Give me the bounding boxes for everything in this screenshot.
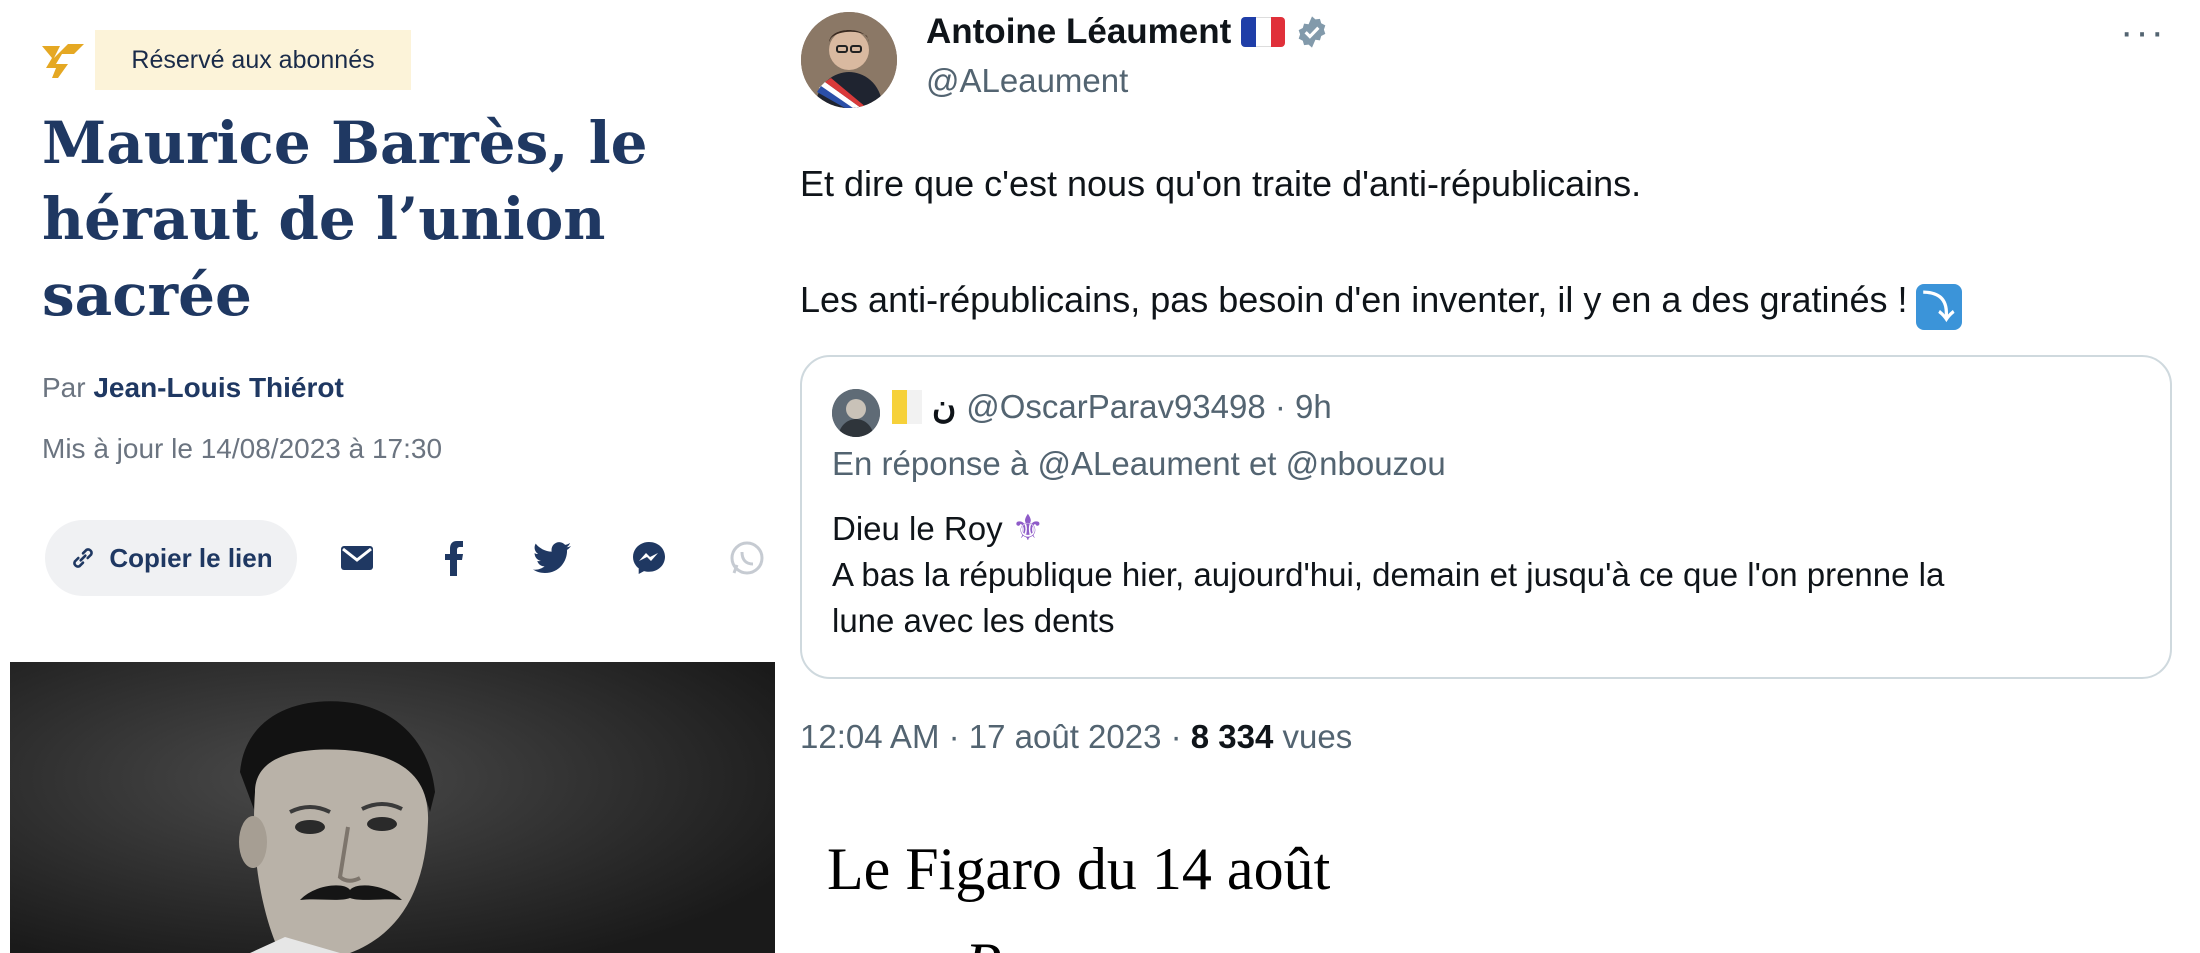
quoted-text: Dieu le Roy ⚜ A bas la république hier, … — [832, 505, 2152, 644]
quoted-handle-time[interactable]: @OscarParav93498 · 9h — [966, 388, 1332, 426]
reply-prefix: En réponse à — [832, 445, 1038, 482]
verified-badge-icon — [1298, 16, 1326, 48]
quoted-name[interactable]: ن — [932, 387, 956, 426]
headline-line: Maurice Barrès, le — [42, 109, 648, 177]
reply-context: En réponse à @ALeaument et @nbouzou — [832, 445, 1446, 483]
france-flag-icon — [1241, 17, 1286, 47]
subscriber-badge: Réservé aux abonnés — [95, 30, 411, 90]
tweet-text-line: Les anti-républicains, pas besoin d'en i… — [800, 271, 2180, 330]
updated-date: Mis à jour le 14/08/2023 à 17:30 — [42, 433, 443, 464]
author-handle[interactable]: @ALeaument — [926, 62, 1128, 100]
views-label: vues — [1273, 718, 1353, 755]
caption-text: Le Figaro du 14 août — [827, 836, 1331, 902]
quoted-header: ن @OscarParav93498 · 9h — [892, 387, 1332, 426]
reply-and: et — [1239, 445, 1286, 482]
article-photo — [10, 662, 775, 953]
reply-mention[interactable]: @ALeaument — [1037, 445, 1239, 482]
article-headline: Maurice Barrès, le héraut de l’union sac… — [42, 105, 742, 333]
twitter-icon[interactable] — [530, 536, 574, 580]
figaro-logo-icon — [42, 44, 84, 78]
author-avatar[interactable] — [801, 12, 897, 108]
quoted-line: lune avec les dents — [832, 602, 1115, 639]
quoted-tweet[interactable]: ن @OscarParav93498 · 9h En réponse à @AL… — [800, 355, 2172, 679]
tweet-card: Antoine Léaument @ALeaument ··· Et dire … — [775, 0, 2200, 953]
author-link[interactable]: Jean-Louis Thiérot — [93, 372, 343, 403]
link-icon — [73, 548, 94, 568]
copy-link-label: Copier le lien — [109, 542, 273, 573]
fleur-de-lis-icon: ⚜ — [1011, 507, 1045, 548]
mail-icon[interactable] — [335, 536, 379, 580]
views-count: 8 334 — [1190, 718, 1274, 755]
tweet-meta: 12:04 AM · 17 août 2023 · 8 334 vues — [800, 718, 1352, 756]
arrow-down-emoji-icon: ⤵ — [1915, 284, 1962, 330]
messenger-icon[interactable] — [627, 536, 671, 580]
quoted-avatar[interactable] — [832, 389, 880, 437]
quoted-line: Dieu le Roy ⚜ — [832, 505, 2152, 552]
headline-line: héraut de l’union — [42, 185, 606, 253]
tweet-text-content: Les anti-républicains, pas besoin d'en i… — [800, 279, 1908, 320]
figaro-article: Réservé aux abonnés Maurice Barrès, le h… — [0, 0, 775, 953]
reply-mention[interactable]: @nbouzou — [1286, 445, 1446, 482]
tweet-text-line: Et dire que c'est nous qu'on traite d'an… — [800, 163, 1642, 204]
facebook-icon[interactable] — [432, 536, 476, 580]
whatsapp-icon[interactable] — [725, 536, 769, 580]
tweet-body: Et dire que c'est nous qu'on traite d'an… — [800, 155, 2180, 330]
more-options-icon[interactable]: ··· — [2120, 10, 2166, 55]
byline-prefix: Par — [42, 372, 94, 403]
copy-link-button[interactable]: Copier le lien — [45, 520, 297, 596]
tweet-timestamp[interactable]: 12:04 AM · 17 août 2023 · — [800, 718, 1191, 755]
headline-line: sacrée — [42, 261, 252, 329]
caption-text-cut: Par... … — [965, 930, 1162, 953]
quoted-line-text: Dieu le Roy — [832, 510, 1003, 547]
author-name-text: Antoine Léaument — [926, 12, 1232, 51]
share-bar: Copier le lien — [45, 520, 775, 596]
vatican-flag-icon — [892, 389, 922, 424]
quoted-line: A bas la république hier, aujourd'hui, d… — [832, 556, 1945, 593]
author-name[interactable]: Antoine Léaument — [926, 12, 1329, 52]
byline: Par Jean-Louis Thiérot — [42, 372, 344, 404]
